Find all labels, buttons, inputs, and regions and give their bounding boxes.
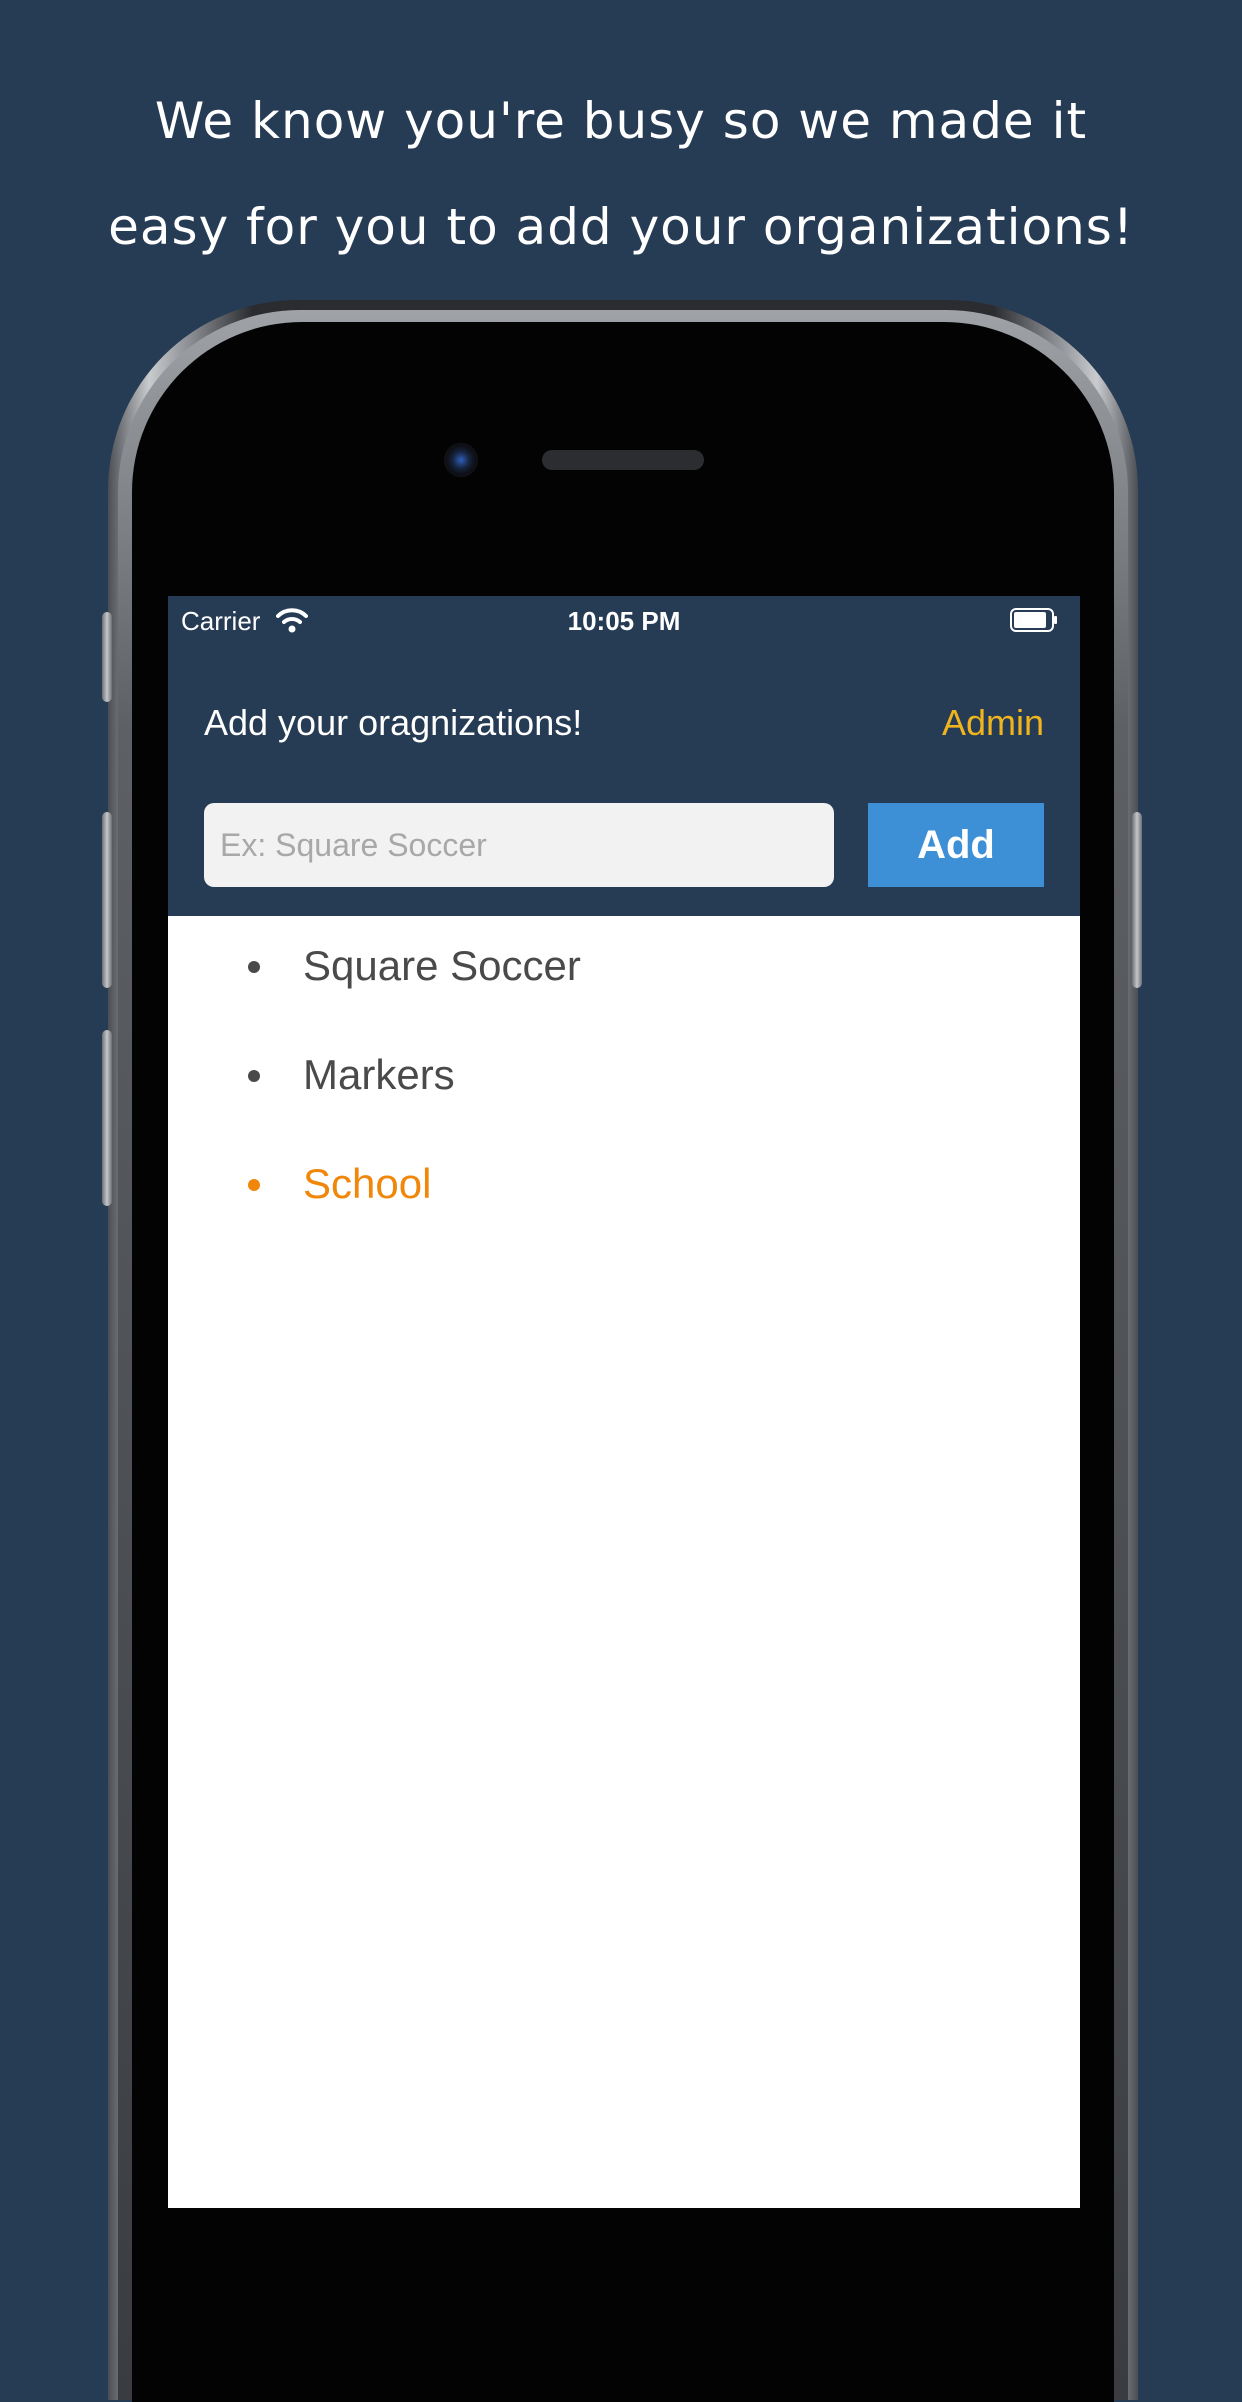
promo-headline-line-1: We know you're busy so we made it	[154, 92, 1088, 150]
front-camera	[444, 443, 478, 477]
organization-label: School	[303, 1160, 432, 1207]
promo-headline-line-2: easy for you to add your organizations!	[108, 198, 1134, 256]
battery-icon	[1010, 608, 1057, 632]
list-item-selected[interactable]: School	[168, 1134, 1080, 1234]
add-button[interactable]: Add	[868, 803, 1044, 887]
page-title: Add your oragnizations!	[204, 702, 583, 743]
volume-up-button	[102, 812, 112, 988]
mute-switch	[102, 612, 112, 702]
admin-link[interactable]: Admin	[942, 702, 1044, 744]
power-button	[1132, 812, 1142, 988]
status-bar: Carrier 10:05 PM	[168, 596, 1080, 646]
app-header: Carrier 10:05 PM Add your oragnizations!…	[168, 596, 1080, 916]
organization-input[interactable]	[204, 803, 834, 887]
list-item[interactable]: Markers	[168, 1025, 1080, 1125]
volume-down-button	[102, 1030, 112, 1206]
status-time: 10:05 PM	[567, 606, 681, 636]
bullet-icon	[248, 961, 260, 973]
earpiece-speaker	[542, 450, 704, 470]
organization-label: Square Soccer	[303, 942, 581, 989]
bullet-icon	[248, 1179, 260, 1191]
bullet-icon	[248, 1070, 260, 1082]
phone-screen: Carrier 10:05 PM Add your oragnizations!…	[168, 596, 1080, 2208]
organization-label: Markers	[303, 1051, 455, 1098]
list-item[interactable]: Square Soccer	[168, 916, 1080, 1016]
